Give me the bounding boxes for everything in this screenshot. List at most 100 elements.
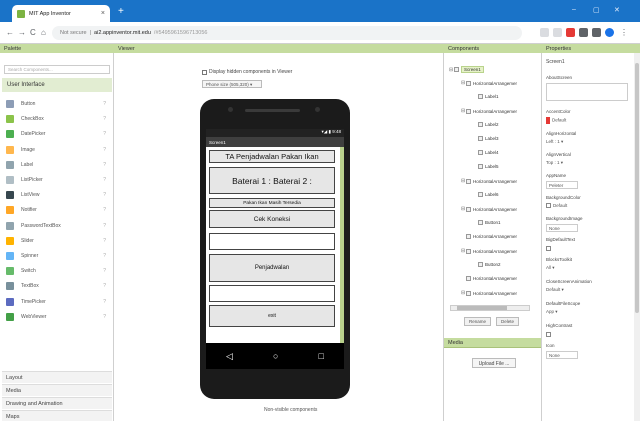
forward-button[interactable]: →	[18, 28, 26, 37]
accent-color-value[interactable]: Default	[546, 117, 566, 124]
phone-size-dropdown[interactable]: Phone size (505,320) ▾	[202, 80, 262, 88]
window-close-button[interactable]: ✕	[614, 6, 620, 14]
palette-item-timepicker[interactable]: TimePicker?	[6, 295, 110, 309]
help-icon[interactable]: ?	[103, 314, 106, 320]
title-label[interactable]: TA Penjadwalan Pakan Ikan	[209, 150, 335, 163]
tree-item-horizontalarrangemer[interactable]: ⊟ HorizontalArrangemer	[461, 248, 517, 254]
help-icon[interactable]: ?	[103, 268, 106, 274]
palette-item-image[interactable]: Image?	[6, 143, 110, 157]
help-icon[interactable]: ?	[103, 207, 106, 213]
palette-item-notifier[interactable]: Notifier?	[6, 203, 110, 217]
palette-item-listview[interactable]: ListView?	[6, 188, 110, 202]
tab-close-icon[interactable]: ×	[101, 10, 105, 17]
background-color-value[interactable]: Default	[546, 203, 567, 209]
display-hidden-checkbox-row[interactable]: Display hidden components in Viewer	[202, 69, 292, 75]
home-button[interactable]: ⌂	[41, 28, 46, 37]
security-status[interactable]: Not secure	[60, 30, 87, 36]
android-recent-icon[interactable]: □	[319, 351, 324, 361]
tree-item-horizontalarrangemer[interactable]: ⊟ HorizontalArrangemer	[461, 108, 517, 114]
tree-item-label4[interactable]: Label4	[473, 150, 499, 155]
tree-item-horizontalarrangemer[interactable]: ⊟ HorizontalArrangemer	[461, 178, 517, 184]
help-icon[interactable]: ?	[103, 147, 106, 153]
exit-button[interactable]: exit	[209, 305, 335, 327]
tree-item-label2[interactable]: Label2	[473, 122, 499, 127]
reload-button[interactable]: C	[30, 28, 36, 37]
palette-search-input[interactable]: Search Components...	[4, 65, 110, 74]
palette-item-datepicker[interactable]: DatePicker?	[6, 127, 110, 141]
help-icon[interactable]: ?	[103, 299, 106, 305]
help-icon[interactable]: ?	[103, 116, 106, 122]
sidebar-icon[interactable]	[592, 28, 601, 37]
high-contrast-checkbox[interactable]	[546, 332, 551, 337]
url-field[interactable]: Not secure | ai2.appinventor.mit.edu /#5…	[52, 26, 522, 40]
window-minimize-button[interactable]: –	[572, 6, 576, 13]
pakan-status-label[interactable]: Pakan Ikan Masih Tersedia	[209, 198, 335, 208]
tree-item-label1[interactable]: Label1	[473, 94, 499, 99]
close-screen-animation-dropdown[interactable]: Default ▾	[546, 287, 564, 293]
properties-scrollbar[interactable]	[634, 53, 640, 421]
palette-item-textbox[interactable]: TextBox?	[6, 279, 110, 293]
help-icon[interactable]: ?	[103, 177, 106, 183]
back-button[interactable]: ←	[6, 28, 14, 37]
palette-item-button[interactable]: Button?	[6, 97, 110, 111]
category-drawing-and-animation[interactable]: Drawing and Animation	[2, 397, 112, 409]
bookmark-star-icon[interactable]	[553, 28, 562, 37]
tree-item-horizontalarrangemer[interactable]: ⊟ HorizontalArrangemer	[461, 290, 517, 296]
penjadwalan-button[interactable]: Penjadwalan	[209, 254, 335, 282]
tree-item-button1[interactable]: Button1	[473, 220, 501, 225]
tree-item-horizontalarrangemer[interactable]: ⊟ HorizontalArrangemer	[461, 206, 517, 212]
components-hscrollbar[interactable]	[450, 305, 530, 311]
display-hidden-checkbox[interactable]	[202, 69, 207, 75]
help-icon[interactable]: ?	[103, 238, 106, 244]
category-media[interactable]: Media	[2, 384, 112, 396]
blocks-toolkit-dropdown[interactable]: All ▾	[546, 265, 555, 271]
app-name-input[interactable]: Peleter	[546, 181, 578, 189]
screen-title-bar[interactable]: Screen1	[206, 137, 344, 147]
tree-item-screen1[interactable]: ⊟ Screen1	[449, 66, 484, 73]
help-icon[interactable]: ?	[103, 192, 106, 198]
tree-item-horizontalarrangemer[interactable]: HorizontalArrangemer	[461, 276, 517, 281]
help-icon[interactable]: ?	[103, 253, 106, 259]
delete-button[interactable]: Delete	[496, 317, 520, 326]
tree-item-label3[interactable]: Label3	[473, 136, 499, 141]
cek-koneksi-button[interactable]: Cek Koneksi	[209, 210, 335, 228]
rename-button[interactable]: Rename	[464, 317, 492, 326]
help-icon[interactable]: ?	[103, 223, 106, 229]
tree-item-horizontalarrangemer[interactable]: HorizontalArrangemer	[461, 234, 517, 239]
tree-item-label5[interactable]: Label5	[473, 164, 499, 169]
extensions-puzzle-icon[interactable]	[579, 28, 588, 37]
category-maps[interactable]: Maps	[2, 410, 112, 421]
upload-file-button[interactable]: Upload File ...	[472, 358, 516, 368]
category-user-interface[interactable]: User Interface	[2, 78, 112, 92]
big-default-text-checkbox[interactable]	[546, 246, 551, 251]
background-image-input[interactable]: None	[546, 224, 578, 232]
palette-item-slider[interactable]: Slider?	[6, 234, 110, 248]
browser-tab[interactable]: MIT App Inventor ×	[12, 5, 110, 22]
help-icon[interactable]: ?	[103, 131, 106, 137]
palette-item-passwordtextbox[interactable]: PasswordTextBox?	[6, 219, 110, 233]
icon-input[interactable]: None	[546, 351, 578, 359]
android-back-icon[interactable]: ◁	[226, 351, 233, 362]
palette-item-webviewer[interactable]: WebViewer?	[6, 310, 110, 324]
tree-item-label6[interactable]: Label6	[473, 192, 499, 197]
default-file-scope-dropdown[interactable]: App ▾	[546, 309, 558, 315]
browser-menu-icon[interactable]: ⋮	[620, 28, 629, 37]
baterai-label[interactable]: Baterai 1 : Baterai 2 :	[209, 167, 335, 194]
tree-item-horizontalarrangemer[interactable]: ⊟ HorizontalArrangemer	[461, 80, 517, 86]
hscroll-thumb[interactable]	[457, 306, 507, 310]
empty-arrangement-2[interactable]	[209, 285, 335, 302]
extension-red-icon[interactable]	[566, 28, 575, 37]
help-icon[interactable]: ?	[103, 101, 106, 107]
category-layout[interactable]: Layout	[2, 371, 112, 383]
palette-item-listpicker[interactable]: ListPicker?	[6, 173, 110, 187]
share-icon[interactable]	[540, 28, 549, 37]
help-icon[interactable]: ?	[103, 162, 106, 168]
empty-arrangement-1[interactable]	[209, 233, 335, 250]
window-maximize-button[interactable]: ▢	[593, 6, 600, 14]
help-icon[interactable]: ?	[103, 283, 106, 289]
align-vertical-dropdown[interactable]: Top : 1 ▾	[546, 160, 563, 166]
palette-item-label[interactable]: Label?	[6, 158, 110, 172]
tree-item-button2[interactable]: Button2	[473, 262, 501, 267]
palette-item-spinner[interactable]: Spinner?	[6, 249, 110, 263]
android-home-icon[interactable]: ○	[273, 351, 278, 361]
